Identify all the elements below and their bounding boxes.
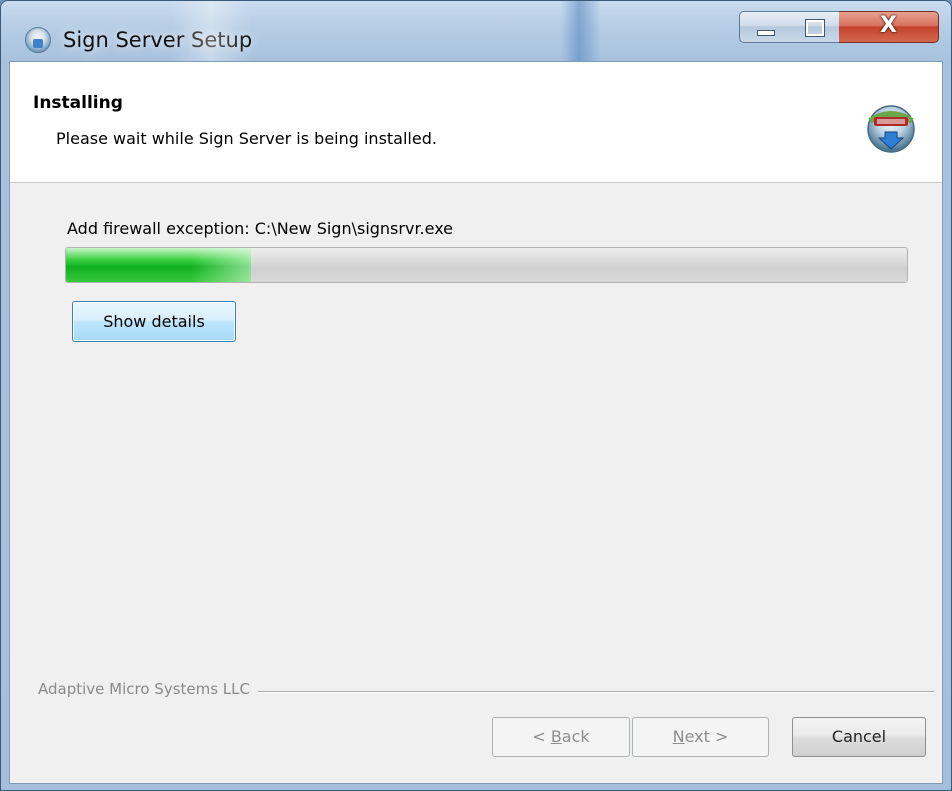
back-access-key: B <box>550 727 562 746</box>
back-button[interactable]: < Back <box>492 717 630 757</box>
installer-window: Sign Server Setup X Installing Please wa… <box>0 0 952 791</box>
show-details-button[interactable]: Show details <box>72 301 236 342</box>
next-label-rest: ext > <box>684 727 729 746</box>
minimize-button[interactable] <box>739 11 789 43</box>
maximize-icon <box>805 19 825 37</box>
minimize-icon <box>757 30 775 36</box>
title-bar[interactable]: Sign Server Setup X <box>1 1 951 61</box>
install-download-icon <box>867 105 915 153</box>
cancel-button[interactable]: Cancel <box>792 717 926 757</box>
next-button[interactable]: Next > <box>632 717 769 757</box>
page-header: Installing Please wait while Sign Server… <box>10 62 942 183</box>
client-area: Installing Please wait while Sign Server… <box>9 61 943 784</box>
progress-fill <box>66 248 252 282</box>
back-label-rest: ack <box>561 727 590 746</box>
page-title: Installing <box>33 93 123 113</box>
maximize-button[interactable] <box>788 11 840 43</box>
progress-status-text: Add firewall exception: C:\New Sign\sign… <box>67 219 454 238</box>
window-title: Sign Server Setup <box>63 28 253 52</box>
close-icon: X <box>880 13 897 38</box>
branding-label: Adaptive Micro Systems LLC <box>38 680 258 698</box>
page-subtitle: Please wait while Sign Server is being i… <box>56 129 437 148</box>
install-progress-bar <box>65 247 908 283</box>
close-button[interactable]: X <box>839 11 939 43</box>
back-prefix: < <box>532 727 551 746</box>
installer-globe-icon <box>25 27 51 53</box>
next-access-key: N <box>672 727 685 746</box>
